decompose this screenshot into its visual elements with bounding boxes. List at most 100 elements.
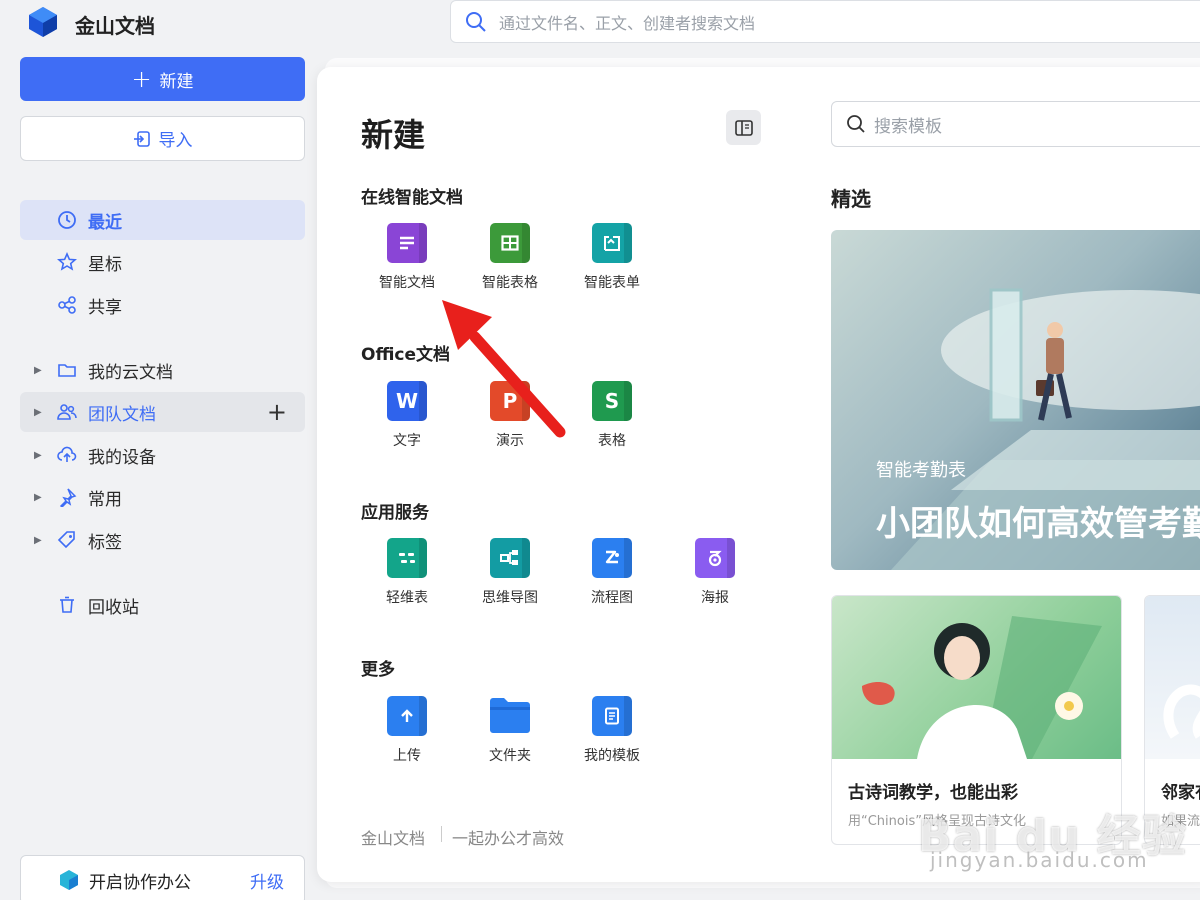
plus-icon: + <box>131 65 152 93</box>
global-search-input[interactable]: 通过文件名、正文、创建者搜索文档 <box>450 0 1200 43</box>
section-title-apps: 应用服务 <box>361 503 429 523</box>
new-smart-sheet[interactable]: 智能表格 <box>465 223 555 292</box>
upload-icon <box>387 696 427 736</box>
card-thumbnail <box>832 596 1121 759</box>
add-team-icon[interactable]: + <box>267 398 287 426</box>
spreadsheet-icon: S <box>592 381 632 421</box>
new-mind-map[interactable]: 思维导图 <box>465 538 555 607</box>
sidebar-item-starred[interactable]: 星标 <box>20 242 305 282</box>
sidebar-item-my-devices[interactable]: ▶ 我的设备 <box>20 435 305 475</box>
global-search-placeholder: 通过文件名、正文、创建者搜索文档 <box>499 13 756 33</box>
mind-map-icon <box>490 538 530 578</box>
sidebar-item-recent[interactable]: 最近 <box>20 200 305 240</box>
sidebar-item-tags[interactable]: ▶ 标签 <box>20 520 305 560</box>
featured-title: 精选 <box>831 187 871 211</box>
smart-doc-icon <box>387 223 427 263</box>
import-button[interactable]: 导入 <box>20 116 305 161</box>
collab-upgrade-bar[interactable]: 开启协作办公 升级 <box>20 855 305 900</box>
panel-layout-icon <box>734 119 753 136</box>
app-logo-icon <box>29 7 57 37</box>
sidebar-item-trash[interactable]: 回收站 <box>20 585 305 625</box>
upgrade-link[interactable]: 升级 <box>250 868 284 893</box>
sidebar-item-label: 最近 <box>88 212 122 233</box>
new-button[interactable]: + 新建 <box>20 57 305 101</box>
app-name: 金山文档 <box>75 14 155 38</box>
sidebar-item-label: 常用 <box>88 489 122 510</box>
footer-divider <box>441 826 442 842</box>
folder-icon <box>56 359 78 381</box>
tile-label: 表格 <box>598 433 626 449</box>
template-search-input[interactable]: 搜索模板 <box>831 101 1200 147</box>
tile-label: 轻维表 <box>386 590 428 606</box>
sidebar-item-team-docs[interactable]: ▶ 团队文档 + <box>20 392 305 432</box>
new-lightweight-table[interactable]: 轻维表 <box>362 538 452 607</box>
tile-label: 文字 <box>393 433 421 449</box>
sidebar-toggle-button[interactable] <box>726 110 761 145</box>
import-button-label: 导入 <box>158 131 193 151</box>
expand-arrow-icon[interactable]: ▶ <box>34 535 42 546</box>
sidebar-item-label: 标签 <box>88 532 122 553</box>
new-smart-doc[interactable]: 智能文档 <box>362 223 452 292</box>
tag-icon <box>56 529 78 551</box>
section-title-more: 更多 <box>361 660 395 680</box>
new-poster[interactable]: 海报 <box>670 538 760 607</box>
share-icon <box>56 294 78 316</box>
tile-label: 智能表格 <box>482 275 538 291</box>
sidebar-item-label: 团队文档 <box>88 404 156 425</box>
search-icon <box>466 11 486 32</box>
my-templates-button[interactable]: 我的模板 <box>567 696 657 765</box>
sidebar-item-label: 星标 <box>88 254 122 275</box>
cloud-upload-icon <box>56 444 78 466</box>
sidebar-item-label: 我的设备 <box>88 447 156 468</box>
hero-title: 小团队如何高效管考勤 <box>876 504 1200 544</box>
search-icon <box>847 115 865 133</box>
lightweight-table-icon <box>387 538 427 578</box>
sidebar-item-shared[interactable]: 共享 <box>20 285 305 325</box>
expand-arrow-icon[interactable]: ▶ <box>34 492 42 503</box>
template-search-placeholder: 搜索模板 <box>874 116 942 137</box>
tile-label: 文件夹 <box>489 748 531 764</box>
sidebar-item-frequent[interactable]: ▶ 常用 <box>20 477 305 517</box>
upload-button[interactable]: 上传 <box>362 696 452 765</box>
flowchart-icon <box>592 538 632 578</box>
tile-label: 我的模板 <box>584 748 640 764</box>
import-icon <box>133 130 150 147</box>
collab-label: 开启协作办公 <box>89 872 191 893</box>
expand-arrow-icon[interactable]: ▶ <box>34 450 42 461</box>
footer-brand: 金山文档 <box>361 829 426 848</box>
featured-hero-banner[interactable]: 智能考勤表 小团队如何高效管考勤 <box>831 230 1200 570</box>
tile-label: 智能文档 <box>379 275 435 291</box>
star-icon <box>56 251 78 273</box>
tile-label: 思维导图 <box>482 590 538 606</box>
section-title-smart-docs: 在线智能文档 <box>361 188 463 208</box>
smart-form-icon <box>592 223 632 263</box>
red-arrow-annotation <box>442 300 566 438</box>
expand-arrow-icon[interactable]: ▶ <box>34 365 42 376</box>
tile-label: 海报 <box>701 590 729 606</box>
new-flowchart[interactable]: 流程图 <box>567 538 657 607</box>
hero-subtitle: 智能考勤表 <box>876 460 966 481</box>
new-folder-button[interactable]: 文件夹 <box>465 696 555 765</box>
sidebar-item-label: 我的云文档 <box>88 362 173 383</box>
tile-label: 智能表单 <box>584 275 640 291</box>
poster-icon <box>695 538 735 578</box>
card-thumbnail <box>1145 596 1200 759</box>
new-button-label: 新建 <box>159 71 194 92</box>
collab-cube-icon <box>60 870 78 890</box>
panel-title: 新建 <box>361 116 426 154</box>
sidebar-item-label: 回收站 <box>88 597 139 618</box>
trash-icon <box>56 594 78 616</box>
footer-slogan: 一起办公才高效 <box>452 829 565 848</box>
template-icon <box>592 696 632 736</box>
watermark-url: jingyan.baidu.com <box>930 848 1149 872</box>
sidebar-item-my-cloud-docs[interactable]: ▶ 我的云文档 <box>20 350 305 390</box>
pin-icon <box>56 486 78 508</box>
word-icon: W <box>387 381 427 421</box>
sidebar-item-label: 共享 <box>88 297 122 318</box>
tile-label: 流程图 <box>591 590 633 606</box>
new-smart-form[interactable]: 智能表单 <box>567 223 657 292</box>
new-spreadsheet[interactable]: S 表格 <box>567 381 657 450</box>
tile-label: 上传 <box>393 748 421 764</box>
expand-arrow-icon[interactable]: ▶ <box>34 407 42 418</box>
team-icon <box>56 401 78 423</box>
